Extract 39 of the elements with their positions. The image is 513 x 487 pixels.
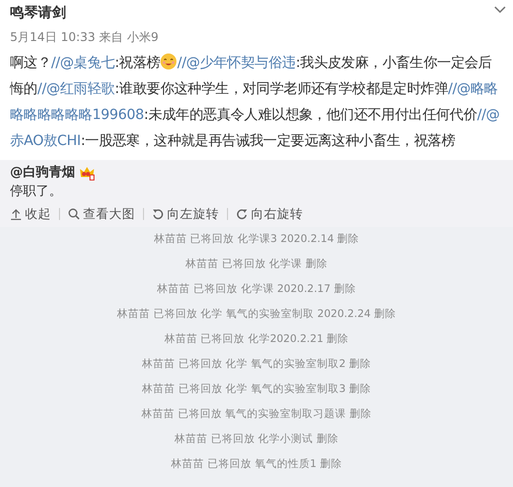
- post-meta: 5月14日 10:33 来自 小米9: [10, 29, 160, 46]
- mention-link[interactable]: 赤AO敖CHI: [10, 133, 81, 149]
- replay-record-text: 林苗苗 已将回放 化学 氧气的实验室制取2 删除: [142, 358, 372, 370]
- replay-record-text: 林苗苗 已将回放 氧气的实验室制取习题课 删除: [141, 408, 372, 420]
- post-text: :祝落榜: [114, 55, 160, 71]
- mention-link[interactable]: //@: [477, 107, 500, 123]
- replay-record-text: 林苗苗 已将回放 氧气的性质1 删除: [171, 458, 342, 470]
- crown-badge-icon: [79, 165, 95, 181]
- rotate-left-button[interactable]: 向左旋转: [152, 205, 219, 223]
- smiling-emoji-icon: [160, 53, 178, 70]
- rotate-left-icon: [152, 208, 164, 220]
- mention-link[interactable]: //@略略: [448, 81, 498, 97]
- replay-record-text: 林苗苗 已将回放 化学小测试 删除: [174, 433, 338, 445]
- replay-record-text: 林苗苗 已将回放 化学 氧气的实验室制取 2020.2.24 删除: [116, 308, 396, 320]
- replay-record-text: 林苗苗 已将回放 化学 氧气的实验室制取3 删除: [142, 383, 372, 395]
- collapse-button[interactable]: 收起: [10, 205, 51, 223]
- post-text: :谁敢要你这种学生，对同学老师还有学校都是定时炸弹: [114, 81, 448, 97]
- post-text: :我头皮发麻，小畜生你一定会后: [296, 55, 492, 71]
- post-text: 悔的: [10, 81, 38, 97]
- replay-record-text: 林苗苗 已将回放 化学2020.2.21 删除: [164, 333, 349, 345]
- up-arrow-icon: [10, 208, 22, 220]
- mention-link[interactable]: //@红雨轻歌: [37, 81, 115, 97]
- post-text: :一股恶寒，这种就是再告诫我一定要远离这种小畜生，祝落榜: [80, 133, 456, 149]
- replay-record-text: 林苗苗 已将回放 化学课 2020.2.17 删除: [157, 283, 356, 295]
- post-text: 啊这？: [10, 55, 52, 71]
- post-text: :未成年的恶真令人难以想象，他们还不用付出任何代价: [144, 107, 478, 123]
- chevron-down-icon[interactable]: [494, 6, 506, 14]
- replay-record-text: 林苗苗 已将回放 化学课3 2020.2.14 删除: [154, 233, 360, 245]
- repost-author[interactable]: @白驹青烟: [10, 164, 75, 182]
- mention-link[interactable]: //@桌兔七: [51, 55, 115, 71]
- zoom-button[interactable]: 查看大图: [68, 205, 135, 223]
- author-name[interactable]: 鸣琴请剑: [10, 3, 503, 24]
- replay-record-text: 林苗苗 已将回放 化学课 删除: [185, 258, 328, 270]
- rotate-right-button[interactable]: 向右旋转: [236, 205, 303, 223]
- repost-text: 停职了。: [9, 183, 63, 201]
- rotate-right-icon: [236, 208, 248, 220]
- mention-link[interactable]: //@少年怀契与俗违: [177, 55, 296, 71]
- search-icon: [68, 208, 80, 220]
- mention-link[interactable]: 略略略略略略199608: [10, 107, 144, 123]
